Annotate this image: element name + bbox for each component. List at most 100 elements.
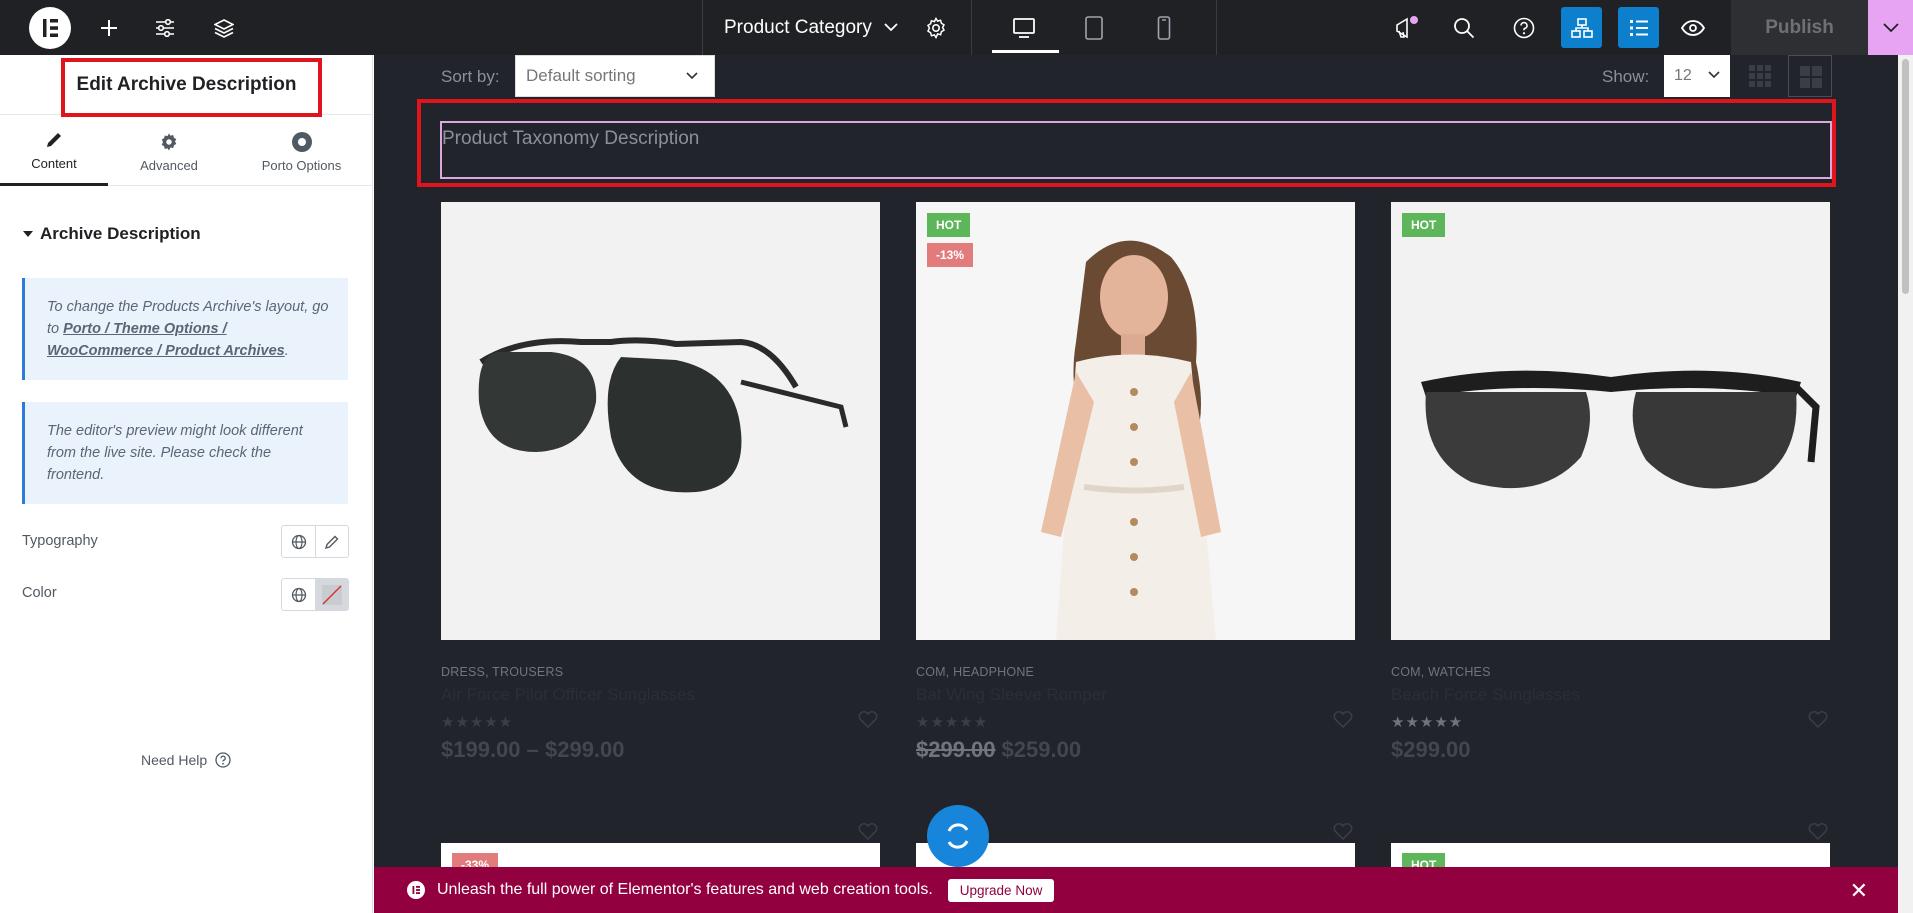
megaphone-icon[interactable]: [1390, 0, 1422, 55]
loading-spinner-button[interactable]: [927, 805, 989, 867]
tab-label: Advanced: [140, 157, 198, 173]
tab-porto-options[interactable]: Porto Options: [230, 116, 373, 186]
tab-content[interactable]: Content: [0, 116, 108, 186]
chevron-down-icon: [1882, 22, 1899, 32]
list-view-icon[interactable]: [1788, 55, 1832, 97]
tablet-icon[interactable]: [1079, 0, 1109, 55]
sort-select[interactable]: Default sorting: [515, 55, 715, 97]
pencil-icon: [45, 128, 63, 152]
wishlist-heart-icon[interactable]: [1808, 822, 1828, 840]
tab-label: Content: [31, 156, 77, 171]
publish-button[interactable]: Publish: [1731, 0, 1868, 55]
panel-tabs: Content Advanced Porto Options: [0, 116, 373, 186]
close-icon[interactable]: ✕: [1850, 878, 1868, 904]
eye-icon[interactable]: [1678, 0, 1708, 55]
divider: [1216, 0, 1217, 55]
product-card[interactable]: DRESS, TROUSERS Air Force Pilot Officer …: [441, 202, 880, 840]
wishlist-heart-icon[interactable]: [1333, 710, 1353, 728]
preview-notice: The editor's preview might look differen…: [22, 402, 348, 504]
promo-text: Unleash the full power of Elementor's fe…: [437, 881, 933, 898]
need-help-label: Need Help: [141, 752, 208, 768]
product-price-block: $299.00 $259.00: [916, 737, 1355, 763]
description-placeholder: Product Taxonomy Description: [442, 128, 700, 149]
gear-icon: [159, 130, 179, 154]
tab-advanced[interactable]: Advanced: [108, 116, 230, 186]
product-price: $259.00: [1001, 737, 1082, 762]
product-name[interactable]: Bat Wing Sleeve Romper: [916, 685, 1355, 705]
hot-badge: HOT: [1402, 213, 1446, 237]
wishlist-heart-icon[interactable]: [858, 822, 878, 840]
color-swatch-empty-icon[interactable]: [315, 579, 348, 610]
mobile-icon[interactable]: [1149, 0, 1179, 55]
grid-view-icon[interactable]: [1748, 64, 1772, 88]
aviator-sunglasses-image: [478, 337, 849, 493]
color-label: Color: [22, 585, 57, 601]
wishlist-heart-icon[interactable]: [858, 710, 878, 728]
help-icon: [215, 752, 231, 768]
theme-options-link[interactable]: Porto / Theme Options / WooCommerce / Pr…: [47, 321, 285, 359]
elementor-logo-icon[interactable]: [29, 7, 71, 49]
active-device-indicator: [992, 50, 1059, 53]
rating-stars: ★★★★★: [916, 714, 989, 731]
product-price: $299.00: [1391, 737, 1471, 762]
scrollbar-thumb[interactable]: [1902, 59, 1909, 294]
preview-canvas: Sort by: Default sorting Show: 12 Produc…: [374, 55, 1898, 913]
product-image[interactable]: [441, 202, 880, 640]
wishlist-heart-icon[interactable]: [1808, 710, 1828, 728]
chevron-down-icon: [686, 72, 698, 80]
rating-stars: ★★★★★: [441, 714, 514, 731]
section-title: Archive Description: [40, 224, 201, 243]
chevron-down-icon: [884, 23, 898, 32]
product-image[interactable]: HOT -13%: [916, 202, 1355, 640]
upgrade-now-button[interactable]: Upgrade Now: [947, 878, 1055, 902]
canvas-scrollbar[interactable]: [1898, 55, 1913, 913]
help-icon[interactable]: [1509, 0, 1539, 55]
hot-badge: HOT: [927, 213, 971, 237]
search-icon[interactable]: [1449, 0, 1479, 55]
caret-down-icon: [23, 231, 33, 237]
add-icon[interactable]: [94, 0, 124, 55]
sort-label: Sort by:: [441, 67, 500, 86]
wishlist-heart-icon[interactable]: [1333, 822, 1353, 840]
editor-panel: Edit Archive Description Content Advance…: [0, 55, 373, 913]
archive-description-widget[interactable]: Product Taxonomy Description: [440, 121, 1832, 179]
global-icon[interactable]: [282, 579, 315, 610]
product-categories: DRESS, TROUSERS: [441, 665, 564, 679]
sale-badge: -13%: [927, 243, 974, 267]
color-controls: [281, 578, 349, 611]
show-select[interactable]: 12: [1664, 55, 1730, 97]
global-icon[interactable]: [282, 526, 315, 557]
need-help-link[interactable]: Need Help: [141, 752, 231, 768]
product-name[interactable]: Air Force Pilot Officer Sunglasses: [441, 685, 880, 705]
document-title: Product Category: [724, 16, 872, 38]
layers-icon[interactable]: [209, 0, 239, 55]
sort-value: Default sorting: [526, 66, 636, 85]
structure-icon[interactable]: [1561, 7, 1602, 48]
old-price: $299.00: [916, 737, 996, 762]
publish-options-button[interactable]: [1868, 0, 1913, 55]
section-toggle[interactable]: Archive Description: [22, 224, 201, 244]
porto-icon: [291, 130, 313, 154]
document-title-dropdown[interactable]: Product Category: [724, 0, 898, 55]
desktop-icon[interactable]: [1009, 0, 1039, 55]
notice-text: The editor's preview might look differen…: [47, 423, 303, 483]
product-card[interactable]: HOT COM, WATCHES Beach Force Sunglasses …: [1391, 202, 1830, 840]
navigator-icon[interactable]: [1618, 7, 1659, 48]
woman-dress-image: [1041, 240, 1221, 640]
tab-label: Porto Options: [261, 157, 342, 173]
product-categories: COM, WATCHES: [1391, 665, 1491, 679]
wayfarer-sunglasses-image: [1421, 370, 1820, 489]
product-categories: COM, HEADPHONE: [916, 665, 1035, 679]
layout-notice: To change the Products Archive's layout,…: [22, 278, 348, 380]
edit-pencil-icon[interactable]: [315, 526, 348, 557]
chevron-down-icon: [1708, 71, 1720, 79]
product-name[interactable]: Beach Force Sunglasses: [1391, 685, 1830, 705]
sliders-icon[interactable]: [150, 0, 180, 55]
rating-stars: ★★★★★: [1391, 714, 1464, 731]
promo-banner: Unleash the full power of Elementor's fe…: [374, 867, 1898, 913]
product-image[interactable]: HOT: [1391, 202, 1830, 640]
panel-title: Edit Archive Description: [0, 55, 373, 115]
top-bar: Product Category Publish: [0, 0, 1913, 55]
product-card[interactable]: HOT -13% COM, HEADPHONE Bat Wing Sleeve …: [916, 202, 1355, 840]
gear-icon[interactable]: [921, 0, 951, 55]
